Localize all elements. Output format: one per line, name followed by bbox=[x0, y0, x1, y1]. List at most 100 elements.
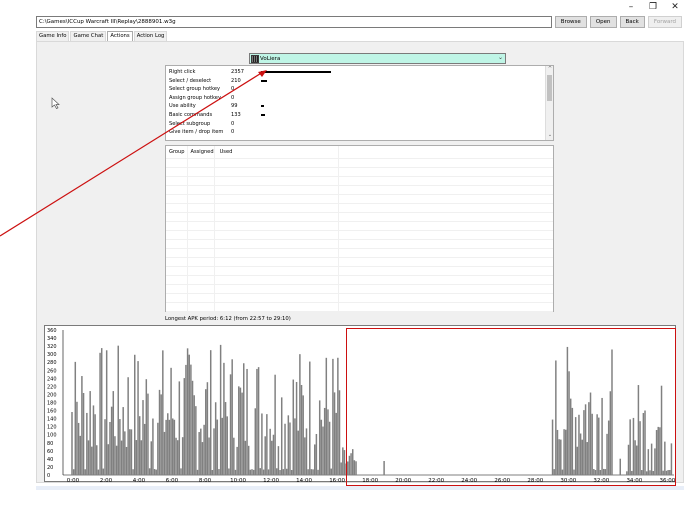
apm-bar bbox=[162, 350, 164, 475]
apm-bar bbox=[155, 469, 157, 475]
replay-path-input[interactable] bbox=[36, 16, 552, 28]
y-tick-label: 260 bbox=[47, 368, 57, 374]
y-tick-label: 0 bbox=[47, 473, 50, 479]
apm-bar bbox=[96, 445, 98, 475]
highlight-box-annotation bbox=[346, 328, 676, 486]
y-tick-label: 300 bbox=[47, 352, 57, 358]
apm-bar bbox=[79, 435, 81, 475]
tab-game-chat[interactable]: Game Chat bbox=[70, 31, 107, 41]
apm-bar bbox=[94, 414, 96, 475]
apm-bar bbox=[292, 379, 295, 475]
column-assigned: Assigned bbox=[190, 149, 214, 155]
action-list-scrollbar[interactable]: ^ ⌄ bbox=[545, 66, 553, 140]
apm-bar bbox=[168, 419, 171, 475]
apm-bar bbox=[181, 437, 184, 475]
grid-line bbox=[166, 221, 553, 222]
apm-bar bbox=[91, 446, 93, 475]
apm-bar bbox=[115, 445, 118, 475]
apm-bar bbox=[272, 434, 275, 475]
apm-bar bbox=[338, 390, 341, 475]
apm-bar bbox=[77, 422, 80, 475]
y-tick-label: 80 bbox=[47, 441, 53, 447]
apm-bar bbox=[122, 407, 124, 475]
apm-bar bbox=[254, 408, 257, 475]
scroll-down-icon[interactable]: ⌄ bbox=[546, 132, 553, 140]
x-tick-label: 16:00 bbox=[329, 478, 345, 483]
apm-bar bbox=[87, 440, 90, 475]
apm-bar bbox=[72, 469, 75, 475]
action-label: Select subgroup bbox=[169, 120, 211, 127]
apm-bar bbox=[129, 429, 131, 475]
apm-bar bbox=[279, 470, 281, 475]
apm-bar bbox=[262, 469, 265, 475]
apm-bar bbox=[249, 469, 252, 475]
grid-line bbox=[166, 302, 553, 303]
forward-button[interactable]: Forward bbox=[647, 16, 682, 28]
apm-bar bbox=[143, 423, 146, 475]
apm-bar bbox=[81, 376, 83, 475]
apm-bar bbox=[205, 389, 207, 475]
apm-bar bbox=[231, 359, 233, 475]
chevron-down-icon: ⌄ bbox=[497, 54, 503, 61]
apm-bar bbox=[114, 436, 116, 475]
tab-action-log[interactable]: Action Log bbox=[133, 31, 168, 41]
scrollbar-thumb[interactable] bbox=[547, 75, 552, 101]
back-button[interactable]: Back bbox=[619, 16, 645, 28]
x-tick-label: 0:00 bbox=[67, 478, 80, 483]
action-count: 0 bbox=[231, 94, 235, 101]
apm-bar bbox=[138, 416, 141, 475]
apm-bar bbox=[89, 391, 91, 475]
apm-bar bbox=[300, 384, 303, 475]
minimize-button[interactable]: – bbox=[620, 0, 642, 14]
close-button[interactable]: ✕ bbox=[664, 0, 686, 14]
apm-bar bbox=[71, 411, 73, 475]
mouse-cursor-icon bbox=[51, 97, 60, 109]
apm-bar bbox=[150, 441, 153, 475]
apm-bar bbox=[213, 428, 215, 475]
x-tick-label: 12:00 bbox=[263, 478, 279, 483]
grid-line bbox=[166, 257, 553, 258]
groups-table[interactable]: Group Assigned Used bbox=[165, 145, 554, 312]
action-row: Select / deselect 210 bbox=[169, 77, 268, 85]
action-row: Right click 2357 bbox=[169, 68, 331, 76]
apm-bar bbox=[148, 468, 151, 475]
action-row: Select group hotkey 0 bbox=[169, 85, 261, 93]
apm-bar bbox=[328, 421, 331, 475]
apm-bar bbox=[216, 419, 219, 475]
open-button[interactable]: Open bbox=[589, 16, 617, 28]
column-group: Group bbox=[169, 149, 185, 155]
grid-line bbox=[166, 293, 553, 294]
tab-game-info[interactable]: Game Info bbox=[36, 31, 70, 41]
x-tick-label: 2:00 bbox=[100, 478, 113, 483]
window-controls: – ❐ ✕ bbox=[620, 0, 686, 14]
browse-button[interactable]: Browse bbox=[554, 16, 587, 28]
y-tick-label: 320 bbox=[47, 344, 57, 350]
y-tick-label: 200 bbox=[47, 392, 57, 398]
player-select[interactable]: VoLiera ⌄ bbox=[249, 53, 506, 64]
action-count-bar bbox=[261, 71, 331, 73]
apm-bar bbox=[102, 468, 105, 475]
apm-bar bbox=[110, 406, 113, 475]
apm-bar bbox=[99, 352, 101, 475]
apm-bar bbox=[312, 469, 314, 475]
apm-bar bbox=[188, 354, 190, 475]
country-flag-icon bbox=[251, 54, 259, 63]
column-used: Used bbox=[219, 149, 233, 155]
apm-bar bbox=[125, 446, 128, 475]
apm-bar bbox=[157, 422, 159, 475]
scroll-up-icon[interactable]: ^ bbox=[546, 66, 553, 74]
apm-bar bbox=[239, 387, 242, 475]
apm-bar bbox=[318, 400, 321, 475]
apm-bar bbox=[246, 368, 248, 475]
apm-bar bbox=[76, 401, 78, 475]
y-tick-label: 240 bbox=[47, 376, 57, 382]
apm-bar bbox=[233, 437, 235, 475]
apm-bar bbox=[119, 419, 121, 475]
action-counts-list[interactable]: Right click 2357 Select / deselect 210 Selec… bbox=[165, 65, 554, 141]
x-tick-label: 8:00 bbox=[199, 478, 212, 483]
apm-bar bbox=[201, 442, 204, 475]
apm-bar bbox=[153, 469, 156, 475]
apm-bar bbox=[257, 367, 260, 475]
apm-bar bbox=[256, 368, 258, 475]
maximize-button[interactable]: ❐ bbox=[642, 0, 664, 14]
